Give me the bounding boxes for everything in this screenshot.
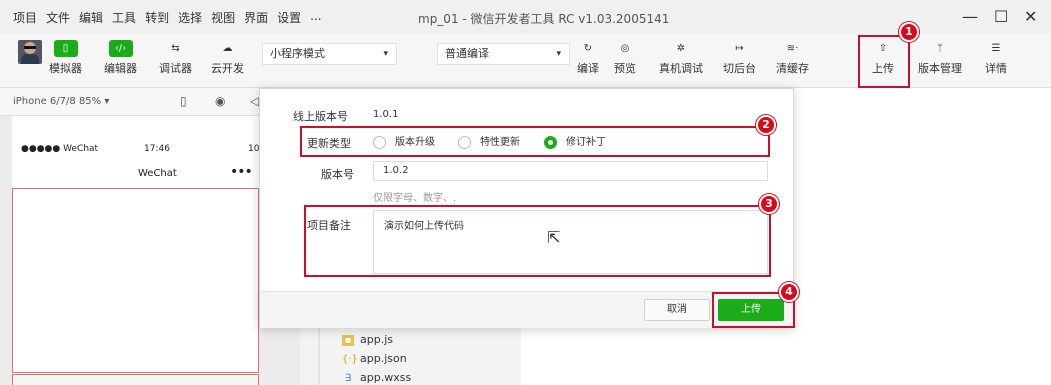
status-time: 17:46: [144, 144, 170, 154]
simulator-header: iPhone 6/7/8 85% ▾ ▯ ◉ ◁: [0, 88, 300, 116]
signal-indicator: ●●●●● WeChat: [21, 144, 99, 154]
menu-view[interactable]: 视图: [211, 9, 235, 26]
title-bar: 项目 文件 编辑 工具 转到 选择 视图 界面 设置 ... mp_01 - 微…: [0, 0, 1051, 34]
menu-settings[interactable]: 设置: [277, 9, 301, 26]
arrows-icon: ⇆: [171, 43, 180, 54]
menu-file[interactable]: 文件: [46, 9, 70, 26]
cloud-icon: ☁: [222, 43, 233, 54]
menu-icon: ☰: [991, 43, 1001, 54]
record-icon[interactable]: ◉: [215, 94, 225, 108]
menu-project[interactable]: 项目: [13, 9, 37, 26]
avatar[interactable]: [18, 40, 42, 64]
close-button[interactable]: ✕: [1024, 7, 1037, 26]
version-management-button[interactable]: ᛘ 版本管理: [918, 40, 962, 76]
nav-menu-dots[interactable]: •••: [230, 164, 253, 180]
online-version-label: 线上版本号: [293, 110, 348, 123]
switch-icon: ↦: [735, 43, 744, 54]
menu-interface[interactable]: 界面: [244, 9, 268, 26]
simulator-button[interactable]: ▯ 模拟器: [49, 40, 82, 76]
refresh-icon: ↻: [583, 43, 593, 54]
menu-more[interactable]: ...: [310, 9, 321, 26]
file-app-wxss[interactable]: ∃ app.wxss: [342, 371, 411, 384]
cloud-button[interactable]: ☁ 云开发: [211, 40, 244, 76]
dropdown-arrow-icon: ▾: [383, 49, 388, 59]
phone-icon[interactable]: ▯: [180, 94, 187, 108]
phone-preview: ●●●●● WeChat 17:46 100 WeChat •••: [12, 116, 265, 385]
step-badge-4: 4: [779, 282, 799, 302]
page-body: [12, 188, 259, 373]
highlight-upload: [858, 35, 910, 88]
phone-icon: ▯: [53, 40, 78, 57]
code-icon: ‹/›: [108, 40, 133, 57]
dropdown-arrow-icon: ▾: [556, 49, 561, 59]
device-select[interactable]: iPhone 6/7/8 85% ▾: [13, 96, 109, 107]
online-version-value: 1.0.1: [373, 109, 399, 120]
cancel-button[interactable]: 取消: [644, 299, 710, 321]
clear-cache-button[interactable]: ≋· 清缓存: [776, 40, 809, 76]
maximize-button[interactable]: ☐: [994, 7, 1008, 26]
highlight-update-type: [300, 126, 770, 157]
eye-icon: ◎: [620, 43, 630, 54]
step-badge-1: 1: [899, 22, 919, 42]
details-button[interactable]: ☰ 详情: [984, 40, 1008, 76]
js-file-icon: ▪: [342, 335, 354, 346]
bug-icon: ✲: [676, 43, 686, 54]
menu-tools[interactable]: 工具: [112, 9, 136, 26]
highlight-note: [304, 205, 771, 277]
branch-icon: ᛘ: [937, 43, 943, 54]
simulator-margin: [0, 116, 12, 385]
json-file-icon: {·}: [342, 354, 358, 365]
window-title: mp_01 - 微信开发者工具 RC v1.03.2005141: [418, 12, 670, 26]
menu-edit[interactable]: 编辑: [79, 9, 103, 26]
wxss-file-icon: ∃: [344, 373, 352, 384]
nav-title: WeChat: [138, 168, 177, 179]
mode-select[interactable]: 小程序模式 ▾: [262, 43, 397, 65]
version-hint: 仅限字母、数字、.: [373, 193, 457, 204]
menu-goto[interactable]: 转到: [145, 9, 169, 26]
file-app-json[interactable]: {·} app.json: [342, 352, 407, 365]
menu-bar: 项目 文件 编辑 工具 转到 选择 视图 界面 设置 ...: [13, 9, 331, 26]
remote-debug-button[interactable]: ✲ 真机调试: [659, 40, 703, 76]
volume-icon[interactable]: ◁: [250, 94, 259, 108]
version-input[interactable]: 1.0.2: [373, 161, 768, 181]
background-button[interactable]: ↦ 切后台: [723, 40, 756, 76]
page-body-lower: [12, 374, 259, 385]
step-badge-3: 3: [759, 194, 779, 214]
compile-mode-select[interactable]: 普通编译 ▾: [437, 43, 570, 65]
minimize-button[interactable]: —: [962, 7, 978, 26]
debugger-button[interactable]: ⇆ 调试器: [159, 40, 192, 76]
preview-button[interactable]: ◎ 预览: [613, 40, 637, 76]
version-label: 版本号: [321, 168, 354, 181]
step-badge-2: 2: [756, 115, 776, 135]
menu-select[interactable]: 选择: [178, 9, 202, 26]
editor-button[interactable]: ‹/› 编辑器: [104, 40, 137, 76]
layers-icon: ≋·: [786, 43, 799, 54]
compile-button[interactable]: ↻ 编译: [576, 40, 600, 76]
file-app-js[interactable]: ▪ app.js: [342, 333, 393, 346]
